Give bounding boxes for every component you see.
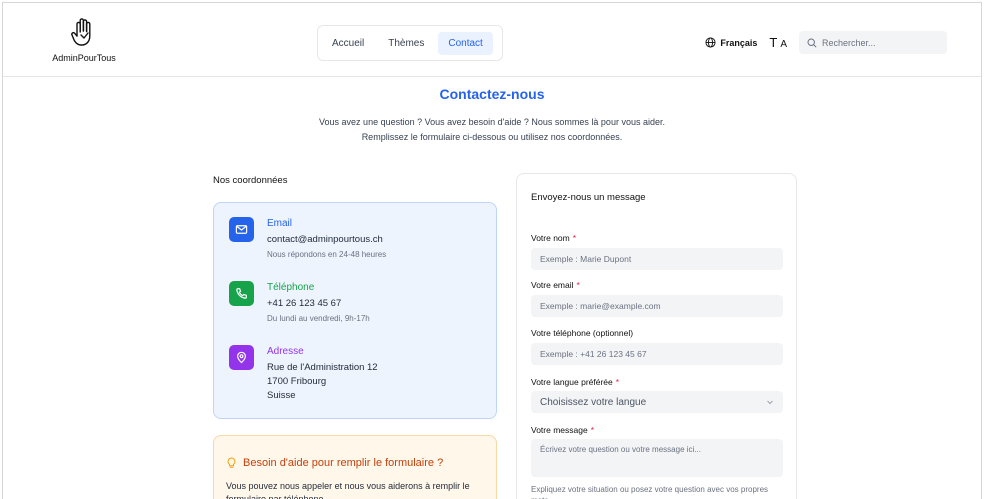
language-label: Votre langue préférée *: [531, 377, 619, 387]
name-field[interactable]: [531, 248, 783, 270]
globe-icon: [705, 37, 716, 48]
contact-email-text: Email contact@adminpourtous.ch Nous répo…: [267, 217, 487, 261]
subtitle-line-2: Remplissez le formulaire ci-dessous ou u…: [361, 132, 623, 142]
email-value[interactable]: contact@adminpourtous.ch: [267, 233, 487, 247]
phone-label: Votre téléphone (optionnel): [531, 328, 633, 338]
phone-note: Du lundi au vendredi, 9h-17h: [267, 314, 370, 323]
text-size-large-t: T: [769, 35, 778, 50]
phone-label-text: Votre téléphone (optionnel): [531, 328, 634, 338]
email-field[interactable]: [531, 295, 783, 317]
logo[interactable]: AdminPourTous: [49, 16, 119, 63]
site-header: AdminPourTous Accueil Thèmes Contact Fra…: [3, 3, 981, 77]
required-mark: *: [615, 377, 620, 387]
required-mark: *: [576, 280, 580, 290]
logo-text: AdminPourTous: [52, 53, 116, 63]
email-title: Email: [267, 218, 293, 229]
nav-item-accueil[interactable]: Accueil: [322, 32, 374, 55]
address-line-1: Rue de l'Administration 12: [267, 362, 378, 373]
help-card: Besoin d'aide pour remplir le formulaire…: [213, 435, 497, 499]
language-label: Français: [720, 37, 758, 48]
name-label-text: Votre nom: [531, 233, 570, 243]
name-label: Votre nom *: [531, 233, 576, 243]
language-select-value: Choisissez votre langue: [540, 396, 647, 408]
nav-item-themes[interactable]: Thèmes: [378, 32, 434, 55]
language-label-text: Votre langue préférée: [531, 377, 613, 387]
address-title: Adresse: [267, 346, 304, 357]
contact-section-label: Nos coordonnées: [213, 175, 288, 186]
contact-phone-text: Téléphone +41 26 123 45 67 Du lundi au v…: [267, 281, 487, 325]
chevron-down-icon: [767, 400, 773, 405]
phone-title: Téléphone: [267, 282, 315, 293]
message-label: Votre message *: [531, 425, 594, 435]
hand-logo-icon: [71, 18, 91, 46]
address-line-3: Suisse: [267, 390, 296, 401]
lightbulb-icon: [227, 457, 236, 468]
header-tools: Français T A: [705, 31, 947, 54]
language-select[interactable]: Choisissez votre langue: [531, 391, 783, 413]
email-label: Votre email *: [531, 280, 580, 290]
page-subtitle: Vous avez une question ? Vous avez besoi…: [3, 115, 981, 145]
help-text: Vous pouvez nous appeler et nous vous ai…: [226, 481, 470, 499]
subtitle-line-1: Vous avez une question ? Vous avez besoi…: [319, 117, 665, 127]
page-title: Contactez-nous: [439, 86, 545, 102]
message-label-text: Votre message: [531, 425, 588, 435]
map-pin-icon: [229, 345, 254, 370]
address-line-2: 1700 Fribourg: [267, 376, 327, 387]
search-box: [799, 31, 947, 54]
main-nav: Accueil Thèmes Contact: [317, 25, 503, 61]
nav-item-contact[interactable]: Contact: [438, 31, 493, 55]
search-input[interactable]: [822, 37, 932, 48]
required-mark: *: [572, 233, 577, 243]
contact-address-text: Adresse Rue de l'Administration 12 1700 …: [267, 345, 487, 403]
page: AdminPourTous Accueil Thèmes Contact Fra…: [2, 2, 982, 499]
phone-value[interactable]: +41 26 123 45 67: [267, 297, 487, 311]
help-title-text: Besoin d'aide pour remplir le formulaire…: [243, 457, 444, 469]
phone-field[interactable]: [531, 343, 783, 365]
phone-icon: [229, 281, 254, 306]
required-mark: *: [590, 425, 595, 435]
email-note: Nous répondons en 24-48 heures: [267, 250, 387, 259]
help-title: Besoin d'aide pour remplir le formulaire…: [226, 457, 443, 469]
email-label-text: Votre email: [531, 280, 574, 290]
text-size-button[interactable]: T A: [769, 35, 787, 50]
form-title: Envoyez-nous un message: [531, 192, 646, 203]
message-textarea[interactable]: [531, 439, 783, 477]
search-icon: [807, 37, 817, 48]
contact-card: Email contact@adminpourtous.ch Nous répo…: [213, 202, 497, 419]
text-size-small-a: A: [780, 39, 787, 50]
message-hint: Expliquez votre situation ou posez votre…: [531, 485, 769, 499]
mail-icon: [229, 217, 254, 242]
contact-form: Envoyez-nous un message Votre nom* Votre…: [516, 173, 797, 499]
language-selector[interactable]: Français: [705, 37, 757, 48]
